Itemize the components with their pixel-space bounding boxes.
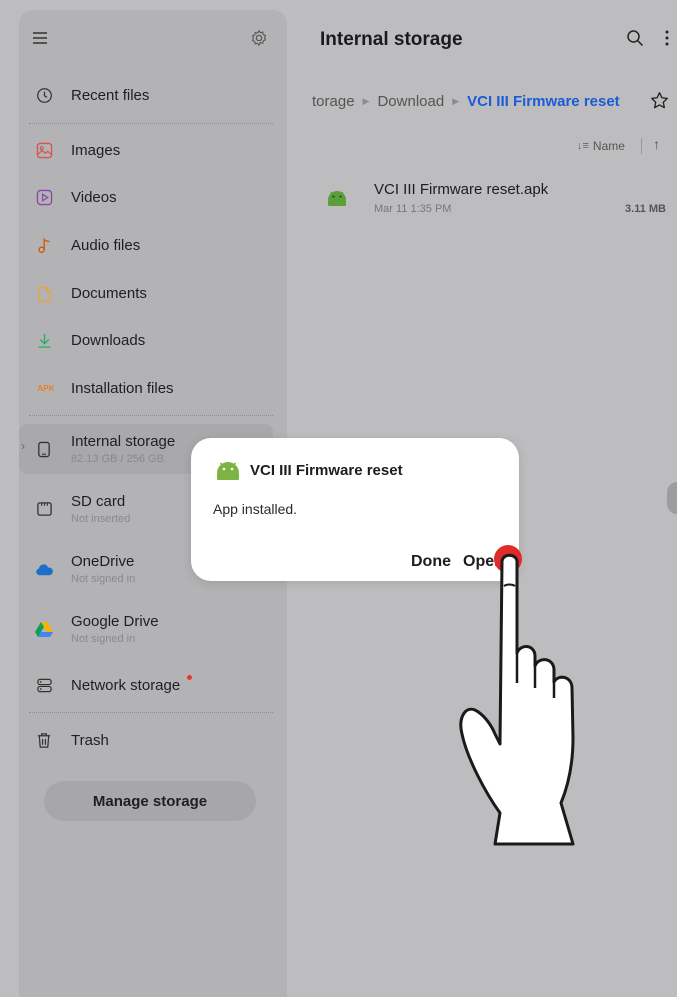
cloud-icon — [33, 558, 55, 580]
storage-status: Not signed in — [71, 633, 136, 645]
gear-icon[interactable] — [247, 26, 271, 50]
sidebar-item-videos[interactable]: Videos — [19, 174, 287, 220]
sidebar-item-google-drive[interactable]: Google Drive Not signed in — [19, 604, 287, 654]
image-icon — [33, 139, 55, 161]
phone-icon — [33, 438, 55, 460]
more-vertical-icon[interactable] — [659, 26, 675, 50]
screen: Recent files Images Videos Audio files D… — [0, 0, 677, 997]
sidebar-item-documents[interactable]: Documents — [19, 270, 287, 316]
breadcrumb: torage ▶ Download ▶ VCI III Firmware res… — [312, 91, 620, 111]
sidebar-item-label: Internal storage — [71, 433, 176, 450]
network-storage-icon — [33, 674, 55, 696]
page-title: Internal storage — [320, 29, 463, 50]
breadcrumb-item[interactable]: Download — [377, 93, 444, 110]
sort-divider — [641, 138, 642, 154]
breadcrumb-current: VCI III Firmware reset — [467, 92, 620, 110]
manage-storage-button[interactable]: Manage storage — [44, 781, 256, 821]
storage-status: Not signed in — [71, 573, 136, 585]
sidebar-item-label: Images — [71, 142, 121, 159]
sort-icon: ↓≡ — [577, 140, 589, 152]
star-outline-icon[interactable] — [647, 88, 671, 112]
dialog-message: App installed. — [213, 501, 298, 517]
file-size: 3.11 MB — [625, 203, 666, 215]
sidebar-item-recent-files[interactable]: Recent files — [19, 72, 287, 118]
divider — [29, 123, 273, 124]
sidebar-item-label: Installation files — [71, 380, 174, 397]
done-button[interactable]: Done — [411, 553, 451, 571]
document-icon — [33, 282, 55, 304]
sd-card-icon — [33, 498, 55, 520]
storage-usage: 82.13 GB / 256 GB — [71, 453, 164, 465]
chevron-right-icon: › — [21, 439, 25, 453]
play-icon — [33, 186, 55, 208]
breadcrumb-item[interactable]: torage — [312, 93, 355, 110]
scroll-handle[interactable] — [667, 482, 677, 514]
divider — [29, 712, 273, 713]
sidebar-item-downloads[interactable]: Downloads — [19, 317, 287, 363]
download-icon — [33, 329, 55, 351]
sidebar-item-label: Videos — [71, 189, 117, 206]
sidebar-item-label: Trash — [71, 732, 109, 749]
sidebar-item-label: Recent files — [71, 87, 150, 104]
sidebar-item-label: Network storage — [71, 677, 181, 694]
sidebar-item-label: Downloads — [71, 332, 146, 349]
search-icon[interactable] — [623, 26, 647, 50]
file-name: VCI III Firmware reset.apk — [374, 181, 549, 198]
sidebar-item-label: Documents — [71, 285, 147, 302]
sidebar-item-label: Google Drive — [71, 613, 159, 630]
hand-pointer-icon — [455, 548, 595, 848]
dialog-title: VCI III Firmware reset — [250, 462, 403, 479]
trash-icon — [33, 729, 55, 751]
clock-icon — [33, 84, 55, 106]
apk-badge: APK — [37, 383, 55, 393]
arrow-up-icon[interactable]: ↑ — [653, 136, 660, 152]
android-icon — [215, 458, 241, 482]
sort-label: Name — [592, 139, 625, 153]
sidebar-item-installation-files[interactable]: APK Installation files — [19, 365, 287, 411]
manage-storage-label: Manage storage — [92, 792, 208, 810]
breadcrumb-separator: ▶ — [452, 95, 460, 106]
sidebar-item-trash[interactable]: Trash — [19, 717, 287, 763]
music-note-icon — [33, 234, 55, 256]
sidebar-item-audio-files[interactable]: Audio files — [19, 222, 287, 268]
file-date: Mar 11 1:35 PM — [374, 203, 452, 215]
google-drive-icon — [33, 618, 55, 640]
hamburger-menu-icon[interactable] — [29, 26, 51, 50]
divider — [29, 415, 273, 416]
file-list-item[interactable]: VCI III Firmware reset.apk Mar 11 1:35 P… — [317, 174, 672, 222]
notification-dot — [187, 675, 192, 680]
breadcrumb-separator: ▶ — [362, 95, 370, 106]
sort-control[interactable]: ↓≡ Name — [577, 138, 625, 154]
sidebar-item-label: SD card — [71, 493, 126, 510]
storage-status: Not inserted — [71, 513, 131, 525]
android-icon — [325, 186, 349, 210]
apk-icon: APK — [33, 377, 59, 399]
sidebar-item-label: OneDrive — [71, 553, 135, 570]
sidebar-item-images[interactable]: Images — [19, 127, 287, 173]
sidebar-item-label: Audio files — [71, 237, 141, 254]
sidebar-item-network-storage[interactable]: Network storage — [19, 662, 287, 708]
